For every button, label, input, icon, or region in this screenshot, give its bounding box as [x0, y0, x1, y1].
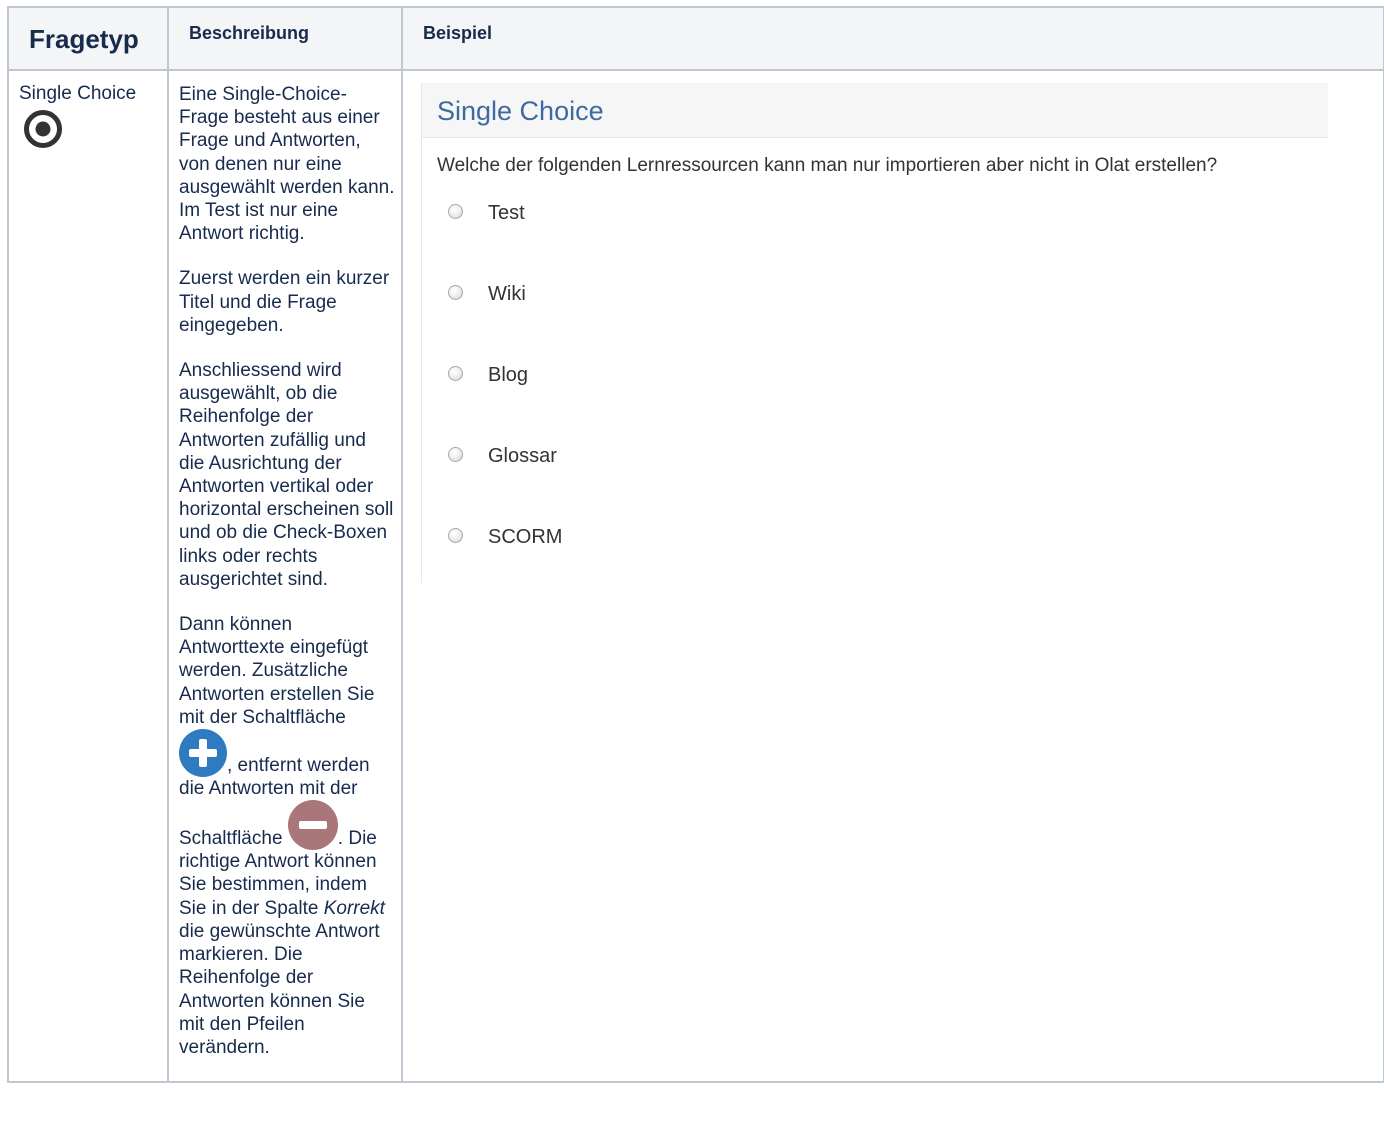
plus-circle-icon — [179, 729, 227, 778]
korrekt-column-name: Korrekt — [323, 897, 385, 919]
option-label[interactable]: Wiki — [488, 283, 526, 306]
radio-button[interactable] — [448, 528, 463, 543]
answer-option-test[interactable]: Test — [422, 202, 1328, 283]
description-cell: Eine Single-Choice-Frage besteht aus ein… — [167, 68, 403, 1084]
question-type-table: Fragetyp Beschreibung Beispiel Single Ch… — [7, 6, 1384, 1084]
table-header-row: Fragetyp Beschreibung Beispiel — [7, 6, 1384, 71]
radio-target-icon — [24, 110, 62, 148]
panel-title: Single Choice — [437, 96, 604, 126]
type-label: Single Choice — [19, 83, 137, 104]
radio-button[interactable] — [448, 285, 463, 300]
example-cell: Single Choice Welche der folgenden Lernr… — [401, 68, 1384, 1084]
content-table-wrapper: Fragetyp Beschreibung Beispiel Single Ch… — [7, 6, 1384, 1146]
option-label[interactable]: Blog — [488, 364, 528, 387]
description-paragraph-1: Eine Single-Choice-Frage besteht aus ein… — [179, 84, 395, 245]
header-fragetyp: Fragetyp — [7, 6, 169, 71]
description-paragraph-3: Anschliessend wird ausgewählt, ob die Re… — [179, 360, 394, 590]
table-row: Single Choice Eine Single-Choice-Frage b… — [7, 68, 1384, 1084]
radio-button[interactable] — [448, 366, 463, 381]
description-paragraph-4: Dann können Antworttexte eingefügt werde… — [179, 613, 395, 1059]
answer-option-blog[interactable]: Blog — [422, 364, 1328, 445]
description-paragraph-2: Zuerst werden ein kurzer Titel und die F… — [179, 268, 390, 336]
option-label[interactable]: SCORM — [488, 526, 562, 549]
single-choice-panel: Single Choice Welche der folgenden Lernr… — [421, 83, 1328, 583]
question-text: Welche der folgenden Lernressourcen kann… — [437, 155, 1218, 176]
answer-option-glossar[interactable]: Glossar — [422, 445, 1328, 526]
option-label[interactable]: Glossar — [488, 445, 557, 468]
type-cell: Single Choice — [7, 68, 169, 1084]
description-text: die gewünschte Antwort markieren. Die Re… — [179, 920, 380, 1058]
header-beispiel: Beispiel — [401, 6, 1384, 71]
answer-option-scorm[interactable]: SCORM — [422, 526, 1328, 607]
panel-header: Single Choice — [422, 83, 1328, 138]
radio-button[interactable] — [448, 447, 463, 462]
answer-option-wiki[interactable]: Wiki — [422, 283, 1328, 364]
option-label[interactable]: Test — [488, 202, 525, 225]
answer-options: Test Wiki Blog Glossar SCORM — [422, 202, 1328, 607]
description-text: Dann können Antworttexte eingefügt werde… — [179, 614, 375, 728]
minus-circle-icon — [287, 800, 338, 851]
header-beschreibung: Beschreibung — [167, 6, 403, 71]
radio-button[interactable] — [448, 204, 463, 219]
